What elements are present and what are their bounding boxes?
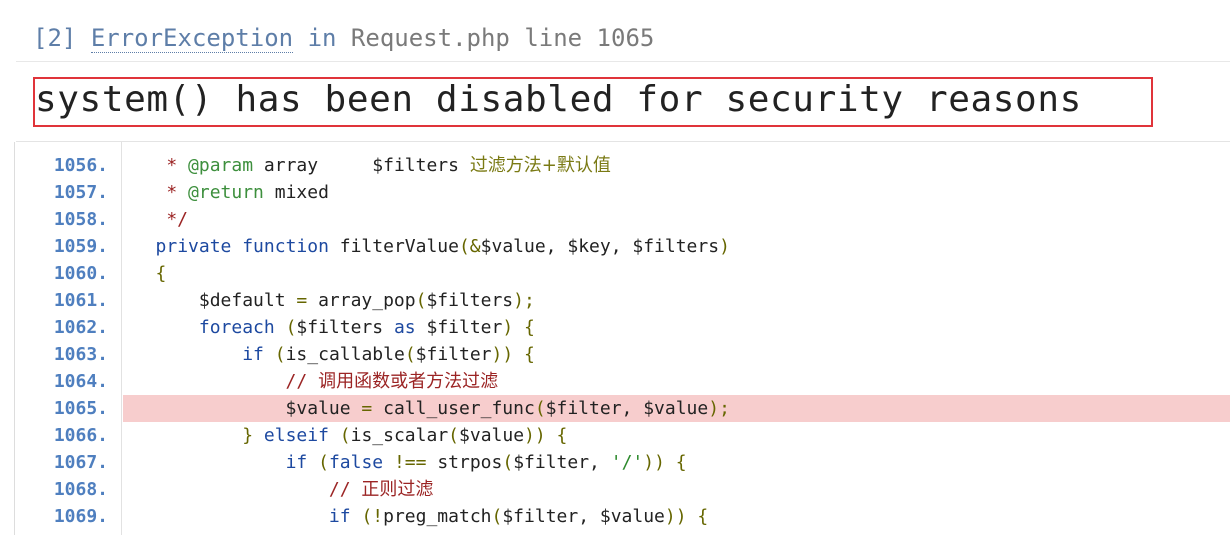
code-line: 1059. private function filterValue(&$val… [15, 233, 1230, 260]
code-line: 1062. foreach ($filters as $filter) { [15, 314, 1230, 341]
line-number: 1056. [53, 155, 108, 176]
code-line: 1066. } elseif (is_scalar($value)) { [15, 422, 1230, 449]
line-number: 1058. [53, 209, 108, 230]
code-text: } elseif (is_scalar($value)) { [242, 425, 568, 446]
code-text: $value = call_user_func($filter, $value)… [123, 398, 730, 419]
code-line: 1061. $default = array_pop($filters); [15, 287, 1230, 314]
code-text: $default = array_pop($filters); [123, 290, 535, 311]
code-line: 1060. { [15, 260, 1230, 287]
code-text: // 正则过滤 [123, 479, 434, 500]
code-text: if (false !== strpos($filter, '/')) { [285, 452, 687, 473]
line-number: 1068. [53, 479, 108, 500]
code-text: private function filterValue(&$value, $k… [155, 236, 730, 257]
line-number: 1067. [53, 452, 108, 473]
code-text: * @return mixed [123, 182, 329, 203]
code-line: 1068. // 正则过滤 [15, 476, 1230, 503]
line-number: 1062. [53, 317, 108, 338]
code-line: 1057. * @return mixed [15, 179, 1230, 206]
line-number: 1063. [53, 344, 108, 365]
exception-location: Request.php line 1065 [350, 24, 655, 52]
exception-in-word: in [307, 24, 337, 52]
code-text: if (is_callable($filter)) { [242, 344, 535, 365]
line-number: 1066. [53, 425, 108, 446]
line-number: 1065. [53, 398, 108, 419]
code-line-error: 1065. $value = call_user_func($filter, $… [15, 395, 1230, 422]
code-text: if (!preg_match($filter, $value)) { [328, 506, 709, 527]
code-line: 1067. if (false !== strpos($filter, '/')… [15, 449, 1230, 476]
code-line: 1056. * @param array $filters 过滤方法+默认值 [15, 152, 1230, 179]
source-code-panel: 1056. * @param array $filters 过滤方法+默认值 1… [14, 142, 1230, 535]
top-border [0, 0, 1230, 2]
error-message: system() has been disabled for security … [35, 79, 1082, 120]
line-number: 1061. [53, 290, 108, 311]
code-text: foreach ($filters as $filter) { [198, 317, 535, 338]
code-text: // 调用函数或者方法过滤 [123, 371, 499, 392]
code-line: 1058. */ [15, 206, 1230, 233]
code-text: { [155, 263, 167, 284]
line-number: 1060. [53, 263, 108, 284]
code-line: 1064. // 调用函数或者方法过滤 [15, 368, 1230, 395]
line-number: 1059. [53, 236, 108, 257]
code-line: 1069. if (!preg_match($filter, $value)) … [15, 503, 1230, 530]
header-divider [16, 61, 1230, 62]
line-number: 1064. [53, 371, 108, 392]
exception-class-link[interactable]: ErrorException [90, 24, 294, 53]
code-text: * @param array $filters 过滤方法+默认值 [123, 155, 611, 176]
line-number: 1069. [53, 506, 108, 527]
code-line: 1063. if (is_callable($filter)) { [15, 341, 1230, 368]
exception-index: [2] [33, 24, 77, 52]
code-text: */ [123, 209, 189, 230]
exception-header: [2] ErrorException in Request.php line 1… [33, 22, 654, 54]
line-number: 1057. [53, 182, 108, 203]
